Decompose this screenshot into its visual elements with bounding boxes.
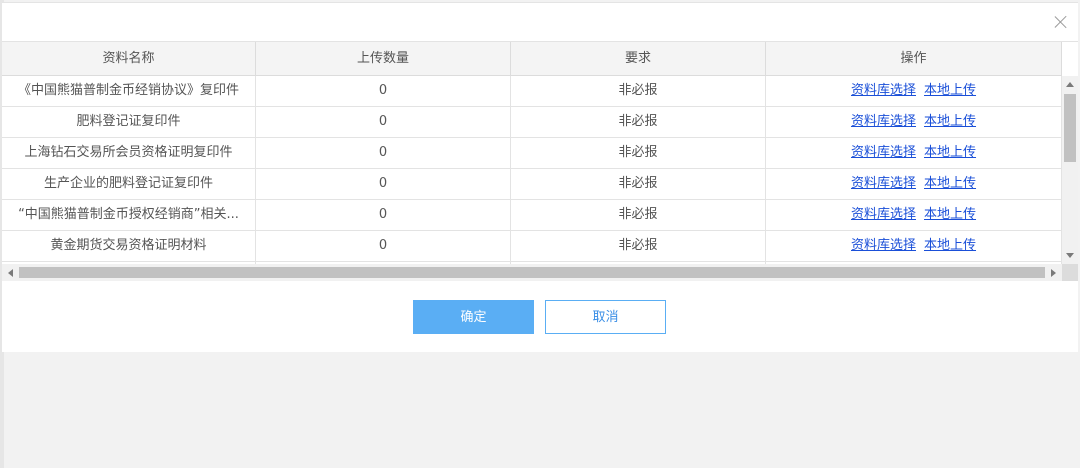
requirement: 非必报 [511, 138, 766, 168]
upload-count: 0 [256, 107, 511, 137]
requirement: 非必报 [511, 107, 766, 137]
material-name: 上海钻石交易所会员资格证明复印件 [2, 138, 256, 168]
scroll-corner [1062, 264, 1078, 281]
confirm-button[interactable]: 确定 [413, 300, 534, 334]
scroll-right-icon[interactable] [1051, 269, 1056, 277]
local-upload-link[interactable]: 本地上传 [924, 114, 976, 129]
requirement: 非必报 [511, 231, 766, 261]
dialog-header [2, 3, 1078, 41]
upload-materials-dialog: 资料名称 上传数量 要求 操作 《中国熊猫普制金币经销协议》复印件 0 非必报 … [2, 2, 1078, 352]
scroll-down-icon[interactable] [1066, 253, 1074, 258]
local-upload-link[interactable]: 本地上传 [924, 145, 976, 160]
upload-count: 0 [256, 200, 511, 230]
horizontal-scrollbar[interactable] [2, 264, 1062, 281]
row-actions: 资料库选择 本地上传 [766, 138, 1062, 168]
table-row: “中国熊猫普制金币授权经销商”相关... 0 非必报 资料库选择 本地上传 [2, 200, 1062, 231]
library-select-link[interactable]: 资料库选择 [851, 145, 916, 160]
grid-body: 《中国熊猫普制金币经销协议》复印件 0 非必报 资料库选择 本地上传 肥料登记证复… [2, 76, 1062, 264]
grid-header: 资料名称 上传数量 要求 操作 [2, 42, 1062, 76]
close-icon[interactable] [1052, 13, 1070, 31]
table-row: 肥料登记证复印件 0 非必报 资料库选择 本地上传 [2, 107, 1062, 138]
dialog-footer: 确定 取消 [2, 281, 1078, 353]
library-select-link[interactable]: 资料库选择 [851, 238, 916, 253]
upload-count: 0 [256, 76, 511, 106]
row-actions: 资料库选择 本地上传 [766, 169, 1062, 199]
material-name: 生产企业的肥料登记证复印件 [2, 169, 256, 199]
table-row: 生产企业的肥料登记证复印件 0 非必报 资料库选择 本地上传 [2, 169, 1062, 200]
table-row: 《中国熊猫普制金币经销协议》复印件 0 非必报 资料库选择 本地上传 [2, 76, 1062, 107]
row-actions: 资料库选择 本地上传 [766, 200, 1062, 230]
requirement: 非必报 [511, 200, 766, 230]
material-name: “中国熊猫普制金币授权经销商”相关... [2, 200, 256, 230]
vertical-scroll-thumb[interactable] [1064, 94, 1076, 162]
requirement: 非必报 [511, 169, 766, 199]
row-actions: 资料库选择 本地上传 [766, 231, 1062, 261]
row-actions: 资料库选择 本地上传 [766, 107, 1062, 137]
scroll-up-icon[interactable] [1066, 82, 1074, 87]
material-name: 黄金期货交易资格证明材料 [2, 231, 256, 261]
requirement: 非必报 [511, 76, 766, 106]
materials-grid: 资料名称 上传数量 要求 操作 《中国熊猫普制金币经销协议》复印件 0 非必报 … [2, 41, 1078, 281]
upload-count: 0 [256, 169, 511, 199]
row-actions: 资料库选择 本地上传 [766, 76, 1062, 106]
local-upload-link[interactable]: 本地上传 [924, 83, 976, 98]
scroll-left-icon[interactable] [8, 269, 13, 277]
column-header-actions: 操作 [766, 42, 1062, 76]
upload-count: 0 [256, 231, 511, 261]
table-row: 上海钻石交易所会员资格证明复印件 0 非必报 资料库选择 本地上传 [2, 138, 1062, 169]
local-upload-link[interactable]: 本地上传 [924, 176, 976, 191]
vertical-scrollbar[interactable] [1062, 76, 1078, 264]
material-name: 《中国熊猫普制金币经销协议》复印件 [2, 76, 256, 106]
horizontal-scroll-thumb[interactable] [19, 267, 1045, 278]
library-select-link[interactable]: 资料库选择 [851, 207, 916, 222]
local-upload-link[interactable]: 本地上传 [924, 207, 976, 222]
table-row: 黄金期货交易资格证明材料 0 非必报 资料库选择 本地上传 [2, 231, 1062, 262]
local-upload-link[interactable]: 本地上传 [924, 238, 976, 253]
library-select-link[interactable]: 资料库选择 [851, 83, 916, 98]
column-header-requirement: 要求 [511, 42, 766, 76]
cancel-button[interactable]: 取消 [545, 300, 666, 334]
column-header-count: 上传数量 [256, 42, 511, 76]
library-select-link[interactable]: 资料库选择 [851, 176, 916, 191]
material-name: 肥料登记证复印件 [2, 107, 256, 137]
column-header-name: 资料名称 [2, 42, 256, 76]
library-select-link[interactable]: 资料库选择 [851, 114, 916, 129]
upload-count: 0 [256, 138, 511, 168]
